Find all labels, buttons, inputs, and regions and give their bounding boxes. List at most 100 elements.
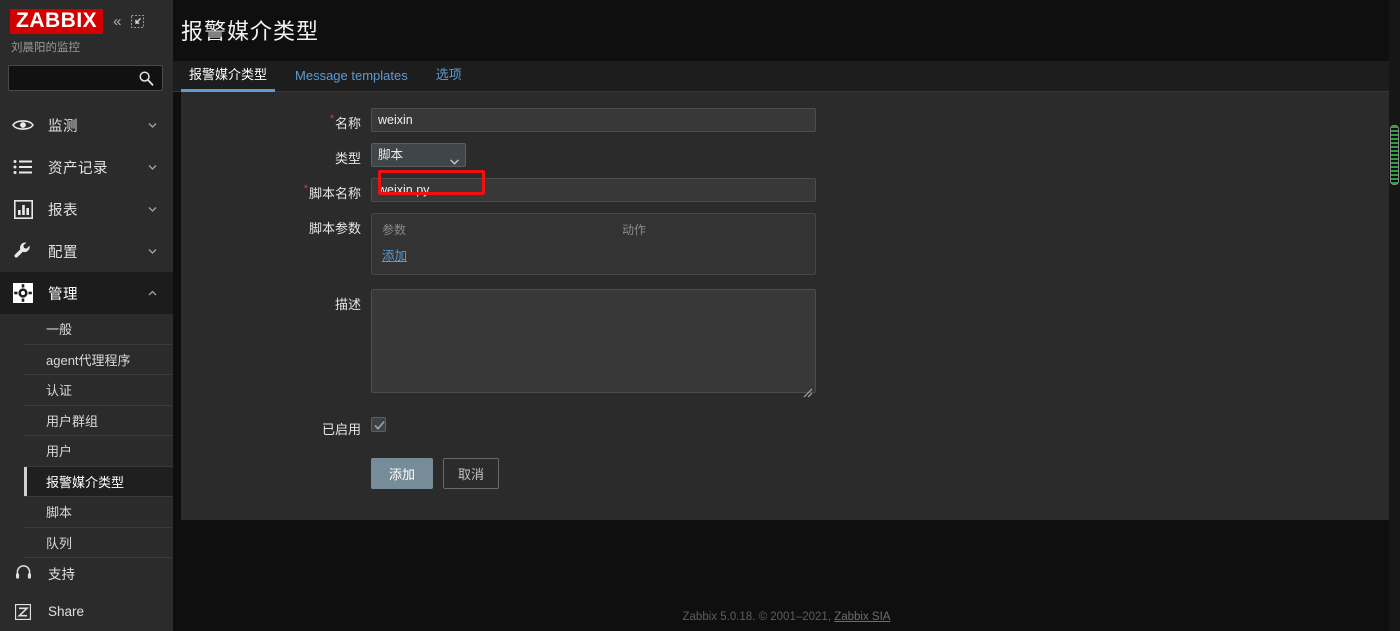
chevron-down-icon bbox=[148, 205, 157, 214]
script-name-control bbox=[371, 178, 1392, 202]
type-label: 类型 bbox=[334, 151, 361, 166]
button-row: 添加 取消 bbox=[371, 458, 1392, 489]
sidebar-item-share[interactable]: Share bbox=[0, 592, 173, 631]
footer: Zabbix 5.0.18. © 2001–2021, Zabbix SIA bbox=[173, 611, 1400, 623]
enabled-label: 已启用 bbox=[321, 422, 361, 437]
headset-icon bbox=[12, 562, 34, 584]
logo-row: ZABBIX « bbox=[10, 9, 163, 34]
name-label: *名称 bbox=[329, 113, 361, 131]
sidebar-item-reports[interactable]: 报表 bbox=[0, 188, 173, 230]
sidebar-item-scripts[interactable]: 脚本 bbox=[24, 497, 173, 528]
enabled-control bbox=[371, 414, 1392, 437]
scrollbar-thumb[interactable] bbox=[1390, 125, 1399, 185]
sidebar-item-label: 监测 bbox=[48, 118, 78, 135]
description-control bbox=[371, 289, 1392, 398]
submenu-item-label: 用户群组 bbox=[46, 413, 99, 429]
sidebar-item-user-groups[interactable]: 用户群组 bbox=[24, 405, 173, 436]
tab-label: 选项 bbox=[435, 67, 462, 82]
sidebar-item-administration[interactable]: 管理 bbox=[0, 272, 173, 314]
main-content: 报警媒介类型 报警媒介类型 Message templates 选项 *名称 w… bbox=[173, 0, 1400, 631]
footer-text: Zabbix 5.0.18. © 2001–2021, bbox=[682, 611, 835, 623]
search-container bbox=[8, 65, 163, 91]
script-name-label: *脚本名称 bbox=[303, 183, 361, 201]
gear-icon bbox=[12, 282, 34, 304]
submenu-item-label: 用户 bbox=[46, 444, 73, 460]
cancel-button[interactable]: 取消 bbox=[443, 458, 500, 489]
required-marker: * bbox=[329, 113, 334, 125]
sidebar-item-proxies[interactable]: agent代理程序 bbox=[24, 344, 173, 375]
script-params-table: 参数 动作 添加 bbox=[371, 213, 816, 275]
submenu-item-label: 认证 bbox=[46, 383, 73, 399]
page-scrollbar[interactable] bbox=[1389, 0, 1400, 631]
description-wrapper bbox=[371, 289, 816, 398]
double-chevron-left-icon[interactable]: « bbox=[113, 14, 121, 29]
wrench-icon bbox=[12, 240, 34, 262]
sidebar-item-label: 配置 bbox=[48, 244, 78, 261]
collapse-arrow-icon[interactable] bbox=[130, 15, 144, 28]
sidebar-item-general[interactable]: 一般 bbox=[24, 314, 173, 345]
type-select[interactable]: 脚本 bbox=[371, 143, 466, 167]
submenu-item-label: 一般 bbox=[46, 322, 73, 338]
submenu-item-label: agent代理程序 bbox=[46, 352, 131, 368]
script-params-control: 参数 动作 添加 bbox=[371, 213, 1392, 275]
sidebar-item-media-types[interactable]: 报警媒介类型 bbox=[24, 466, 173, 497]
sidebar-item-inventory[interactable]: 资产记录 bbox=[0, 146, 173, 188]
enabled-checkbox[interactable] bbox=[371, 417, 386, 432]
form-row-enabled: 已启用 bbox=[181, 414, 1392, 438]
chevron-up-icon bbox=[148, 289, 157, 298]
eye-icon bbox=[12, 114, 34, 136]
actions-spacer bbox=[181, 452, 371, 457]
sidebar-item-support[interactable]: 支持 bbox=[0, 553, 173, 592]
bar-chart-icon bbox=[12, 198, 34, 220]
script-name-input[interactable] bbox=[371, 178, 816, 202]
zabbix-sia-link[interactable]: Zabbix SIA bbox=[834, 611, 890, 623]
form-row-name: *名称 bbox=[181, 108, 1392, 132]
add-parameter-link[interactable]: 添加 bbox=[382, 245, 407, 264]
description-label: 描述 bbox=[334, 297, 361, 312]
chevron-down-icon bbox=[148, 121, 157, 130]
name-input[interactable] bbox=[371, 108, 816, 132]
form-row-script-params: 脚本参数 参数 动作 添加 bbox=[181, 213, 1392, 275]
sidebar-item-monitoring[interactable]: 监测 bbox=[0, 104, 173, 146]
search-input[interactable] bbox=[8, 65, 163, 91]
list-icon bbox=[12, 156, 34, 178]
script-params-header-row: 参数 动作 bbox=[382, 221, 805, 238]
tab-media-type[interactable]: 报警媒介类型 bbox=[181, 64, 276, 92]
column-header-action: 动作 bbox=[622, 223, 647, 237]
submenu-item-label: 报警媒介类型 bbox=[46, 474, 125, 490]
sidebar-item-configuration[interactable]: 配置 bbox=[0, 230, 173, 272]
sidebar-bottom-navigation: 支持 Share bbox=[0, 553, 173, 631]
description-textarea[interactable] bbox=[371, 289, 816, 393]
actions-control: 添加 取消 bbox=[371, 452, 1392, 489]
script-params-label: 脚本参数 bbox=[308, 221, 361, 236]
form-row-actions: 添加 取消 bbox=[181, 452, 1392, 489]
zabbix-share-icon bbox=[12, 601, 34, 623]
tab-message-templates[interactable]: Message templates bbox=[287, 68, 416, 91]
main-navigation: 监测 资产记录 报表 配置 管理 一般 agent代理程序 认证 用户群组 用户… bbox=[0, 104, 173, 558]
type-control: 脚本 bbox=[371, 143, 1392, 167]
tab-bar: 报警媒介类型 Message templates 选项 bbox=[173, 61, 1400, 92]
name-control bbox=[371, 108, 1392, 132]
submenu-item-label: 队列 bbox=[46, 535, 73, 551]
sidebar-header: ZABBIX « 刘晨阳的监控 bbox=[0, 0, 173, 55]
sidebar: ZABBIX « 刘晨阳的监控 监测 资产记录 报表 配置 管理 一般 agen… bbox=[0, 0, 173, 631]
zabbix-logo: ZABBIX bbox=[10, 9, 104, 34]
sidebar-subtitle: 刘晨阳的监控 bbox=[11, 42, 80, 54]
chevron-down-icon bbox=[148, 163, 157, 172]
media-type-form: *名称 类型 脚本 bbox=[181, 92, 1392, 520]
form-row-description: 描述 bbox=[181, 289, 1392, 398]
column-header-parameter: 参数 bbox=[382, 223, 407, 237]
tab-label: 报警媒介类型 bbox=[189, 67, 268, 82]
tab-label: Message templates bbox=[295, 68, 408, 83]
sidebar-item-users[interactable]: 用户 bbox=[24, 436, 173, 467]
tab-options[interactable]: 选项 bbox=[428, 64, 470, 91]
administration-submenu: 一般 agent代理程序 认证 用户群组 用户 报警媒介类型 脚本 队列 bbox=[0, 314, 173, 558]
sidebar-item-authentication[interactable]: 认证 bbox=[24, 375, 173, 406]
chevron-down-icon bbox=[148, 247, 157, 256]
sidebar-item-label: 报表 bbox=[48, 202, 78, 219]
form-row-script-name: *脚本名称 bbox=[181, 178, 1392, 202]
page-header: 报警媒介类型 bbox=[173, 0, 1400, 46]
add-button[interactable]: 添加 bbox=[371, 458, 434, 489]
required-marker: * bbox=[303, 183, 308, 195]
sidebar-item-label: 资产记录 bbox=[48, 160, 108, 177]
